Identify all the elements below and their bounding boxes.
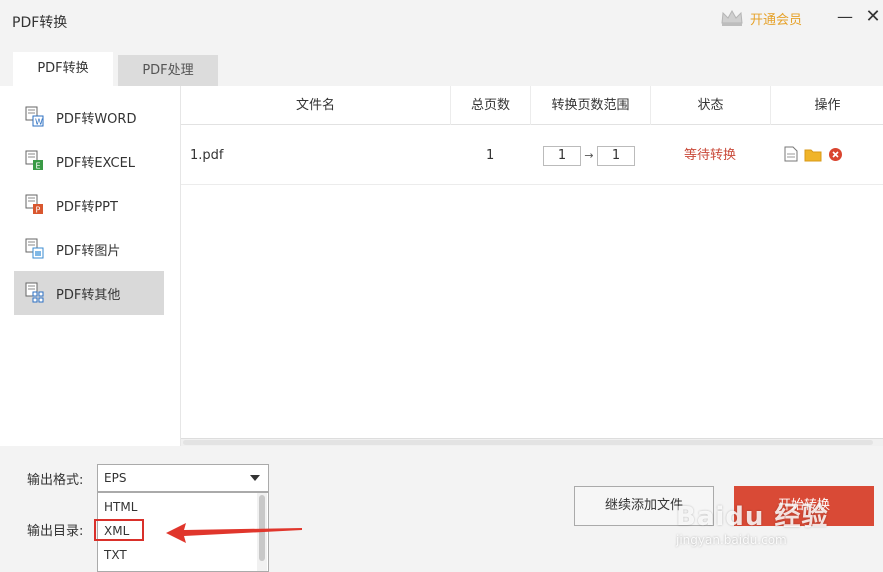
svg-text:E: E bbox=[36, 162, 41, 171]
arrow-right-icon: → bbox=[584, 149, 594, 162]
minimize-button[interactable]: — bbox=[834, 6, 856, 28]
baidu-watermark-url: jingyan.baidu.com bbox=[676, 533, 787, 547]
table-header: 文件名 总页数 转换页数范围 状态 操作 bbox=[181, 86, 883, 125]
highlight-box bbox=[94, 519, 144, 541]
sidebar-item-excel[interactable]: E PDF转EXCEL bbox=[14, 139, 164, 183]
sidebar-item-label: PDF转EXCEL bbox=[56, 155, 136, 171]
vip-button[interactable]: 开通会员 bbox=[720, 7, 802, 29]
sidebar-item-label: PDF转PPT bbox=[56, 199, 118, 215]
app-title: PDF转换 bbox=[12, 15, 68, 31]
header-actions: 操作 bbox=[814, 98, 841, 113]
header-status: 状态 bbox=[651, 86, 771, 125]
horizontal-scrollbar[interactable] bbox=[181, 438, 883, 446]
chevron-down-icon bbox=[250, 475, 260, 481]
format-option-html[interactable]: HTML bbox=[98, 495, 258, 519]
image-doc-icon bbox=[25, 238, 44, 259]
tab-pdf-convert[interactable]: PDF转换 bbox=[13, 52, 113, 86]
svg-text:P: P bbox=[36, 206, 41, 215]
red-arrow-annotation bbox=[166, 523, 302, 543]
row-range: 1 → 1 bbox=[543, 126, 635, 185]
sidebar-item-label: PDF转图片 bbox=[56, 243, 121, 259]
row-pages: 1 bbox=[486, 148, 495, 163]
ppt-doc-icon: P bbox=[25, 194, 43, 215]
sidebar-item-other[interactable]: PDF转其他 bbox=[14, 271, 164, 315]
row-actions bbox=[784, 146, 843, 162]
word-doc-icon: W bbox=[25, 106, 44, 127]
output-format-value: EPS bbox=[104, 471, 127, 485]
sidebar-item-image[interactable]: PDF转图片 bbox=[14, 227, 164, 271]
baidu-watermark: Baidu 经验 bbox=[676, 502, 829, 532]
sidebar-item-word[interactable]: W PDF转WORD bbox=[14, 95, 164, 139]
output-dir-label: 输出目录: bbox=[27, 524, 84, 539]
table-row[interactable]: 1.pdf 1 1 → 1 等待转换 bbox=[181, 126, 883, 185]
other-doc-icon bbox=[25, 282, 44, 303]
document-icon[interactable] bbox=[784, 146, 798, 162]
close-button[interactable]: ✕ bbox=[862, 6, 883, 28]
output-format-label: 输出格式: bbox=[27, 473, 84, 488]
file-table: 文件名 总页数 转换页数范围 状态 操作 1.pdf 1 1 → 1 等待转换 bbox=[180, 86, 883, 446]
row-status: 等待转换 bbox=[684, 148, 737, 163]
header-filename: 文件名 bbox=[181, 86, 451, 125]
excel-doc-icon: E bbox=[25, 150, 43, 171]
title-bar: PDF转换 开通会员 — ✕ bbox=[0, 0, 883, 44]
tab-bar: PDF转换 PDF处理 bbox=[0, 44, 883, 86]
range-from-input[interactable]: 1 bbox=[543, 145, 581, 166]
tab-pdf-process[interactable]: PDF处理 bbox=[118, 55, 218, 86]
header-range: 转换页数范围 bbox=[531, 86, 651, 125]
sidebar-item-label: PDF转WORD bbox=[56, 111, 137, 127]
folder-icon[interactable] bbox=[804, 147, 822, 162]
row-filename: 1.pdf bbox=[190, 148, 224, 163]
range-to-input[interactable]: 1 bbox=[597, 145, 635, 166]
sidebar-item-ppt[interactable]: P PDF转PPT bbox=[14, 183, 164, 227]
sidebar-item-label: PDF转其他 bbox=[56, 287, 121, 303]
svg-text:W: W bbox=[35, 118, 43, 127]
vip-label: 开通会员 bbox=[750, 12, 803, 28]
crown-icon bbox=[721, 9, 743, 26]
delete-icon[interactable] bbox=[828, 147, 843, 162]
header-pages: 总页数 bbox=[451, 86, 531, 125]
output-format-select[interactable]: EPS bbox=[97, 464, 269, 492]
sidebar: W PDF转WORD E PDF转EXCEL P PDF转PPT PDF转图片 bbox=[0, 86, 180, 446]
